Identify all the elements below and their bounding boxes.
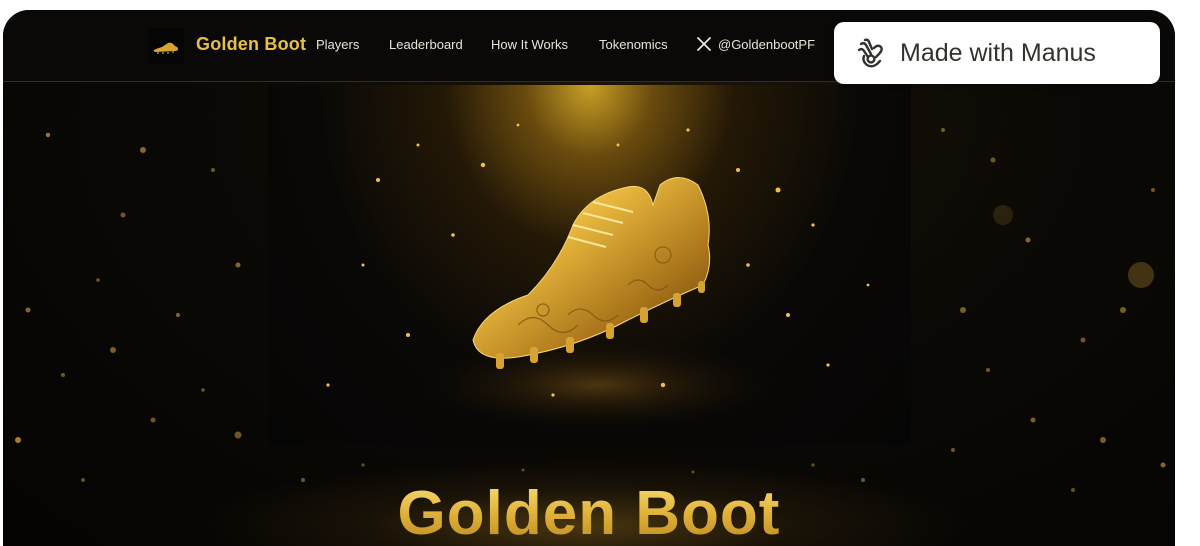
made-with-manus-label: Made with Manus xyxy=(900,39,1096,67)
x-social-handle[interactable]: @GoldenbootPF xyxy=(718,37,815,52)
hero-image xyxy=(268,85,911,445)
brand-name[interactable]: Golden Boot xyxy=(196,34,306,55)
nav-link-how-it-works[interactable]: How It Works xyxy=(491,37,568,52)
hero-title: Golden Boot xyxy=(3,478,1175,546)
golden-boot-illustration xyxy=(326,123,870,435)
browser-viewport: Golden Boot Players Leaderboard How It W… xyxy=(3,10,1175,546)
nav-link-leaderboard[interactable]: Leaderboard xyxy=(389,37,463,52)
made-with-manus-badge[interactable]: Made with Manus xyxy=(834,22,1160,84)
nav-link-players[interactable]: Players xyxy=(316,37,359,52)
nav-link-tokenomics[interactable]: Tokenomics xyxy=(599,37,668,52)
manus-hand-icon xyxy=(857,38,883,68)
x-icon[interactable] xyxy=(697,37,711,51)
golden-boot-logo-icon[interactable] xyxy=(148,28,184,64)
